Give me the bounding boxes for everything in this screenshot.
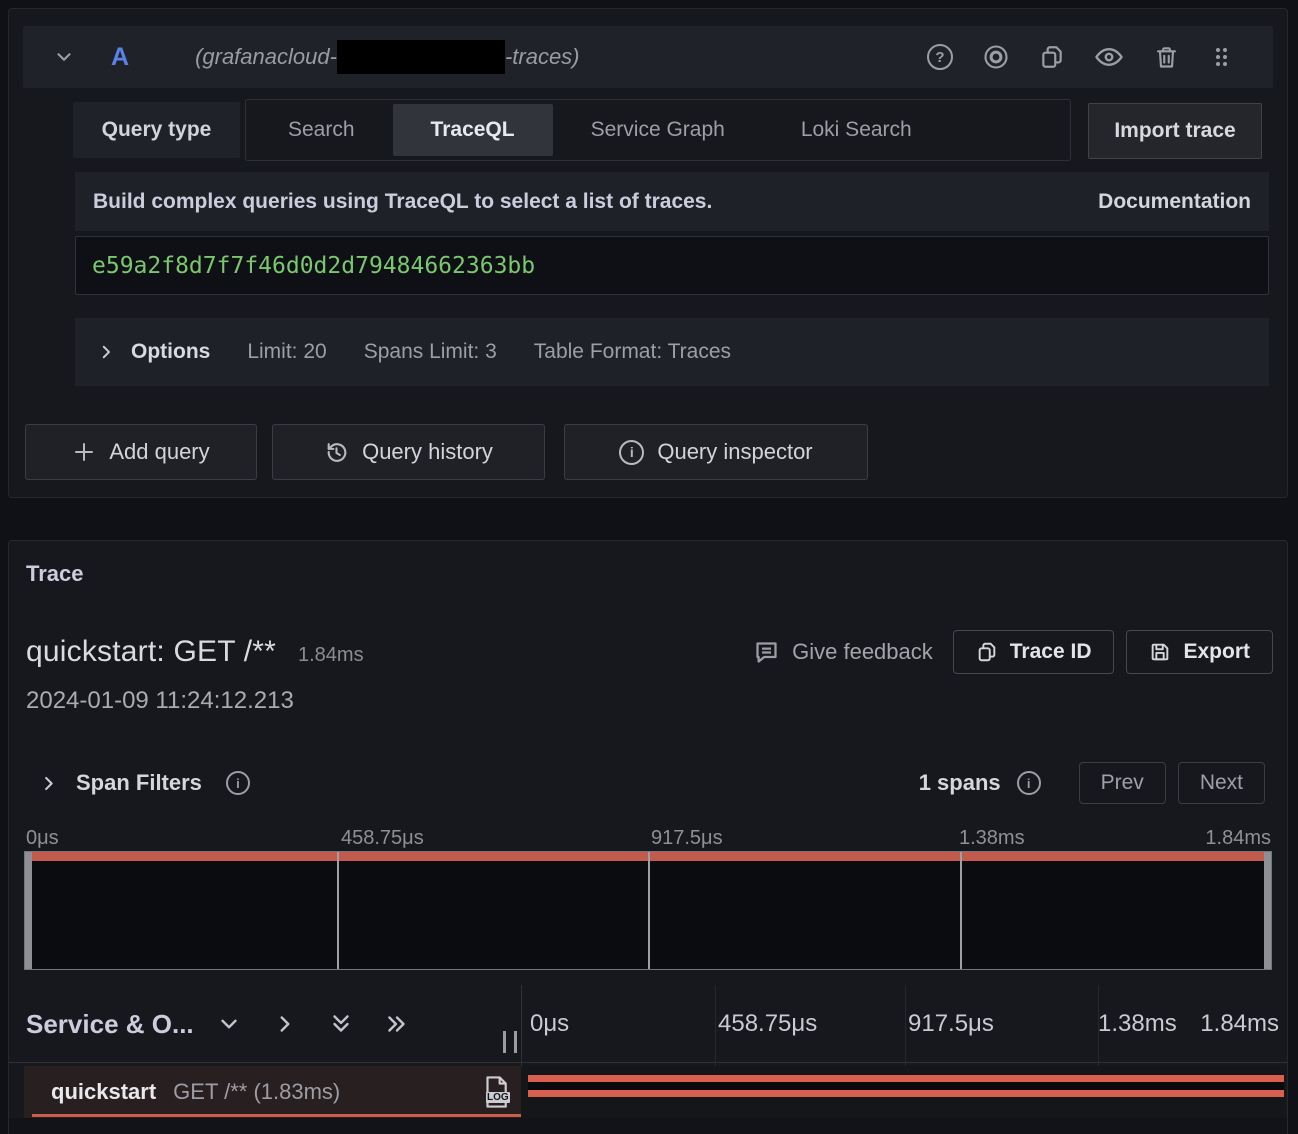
log-file-icon[interactable]: LOG [481, 1075, 511, 1109]
options-table-format: Table Format: Traces [534, 340, 731, 364]
span-filters-actions: 1 spans i Prev Next [919, 762, 1265, 804]
query-inspector-button[interactable]: i Query inspector [564, 424, 868, 480]
plus-icon [72, 440, 96, 464]
tab-service-graph[interactable]: Service Graph [553, 104, 763, 156]
add-query-button[interactable]: Add query [25, 424, 257, 480]
timeline-tick: 458.75μs [718, 1010, 817, 1038]
next-span-button[interactable]: Next [1178, 762, 1265, 804]
span-row[interactable]: quickstart GET /** (1.83ms) LOG [9, 1066, 1287, 1118]
minimap-tick: 1.84ms [1205, 827, 1271, 850]
timeline-tick: 1.84ms [1200, 1010, 1279, 1038]
trace-name: quickstart: GET /** [26, 635, 276, 669]
documentation-link[interactable]: Documentation [1098, 190, 1251, 214]
trash-icon[interactable] [1153, 44, 1180, 71]
info-icon[interactable]: i [1017, 771, 1041, 795]
trace-panel: Trace quickstart: GET /** 1.84ms Give fe… [8, 540, 1288, 1134]
options-row[interactable]: Options Limit: 20 Spans Limit: 3 Table F… [75, 318, 1269, 386]
timeline-left-header: Service & O... [26, 985, 440, 1063]
query-row-actions: ? [927, 42, 1233, 72]
query-history-button[interactable]: Query history [272, 424, 545, 480]
chevron-right-icon[interactable] [272, 1011, 298, 1037]
service-operation-column-header[interactable]: Service & O... [26, 1009, 194, 1040]
span-row-label[interactable]: quickstart GET /** (1.83ms) LOG [24, 1066, 521, 1118]
import-trace-button[interactable]: Import trace [1088, 103, 1262, 159]
export-button[interactable]: Export [1126, 630, 1273, 674]
drag-handle-icon[interactable] [1209, 44, 1233, 70]
span-operation-duration: GET /** (1.83ms) [173, 1079, 340, 1105]
query-type-tabs: Search TraceQL Service Graph Loki Search [245, 99, 1071, 161]
trace-timeline-minimap[interactable] [24, 851, 1272, 970]
minimap-tick-labels: 0μs 458.75μs 917.5μs 1.38ms 1.84ms [9, 827, 1287, 851]
span-count: 1 spans [919, 770, 1001, 796]
chevron-right-icon[interactable] [97, 343, 115, 361]
minimap-tick: 1.38ms [959, 827, 1025, 850]
trace-header: quickstart: GET /** 1.84ms Give feedback… [26, 629, 1273, 675]
grafana-explore-screen: A (grafanacloud- -traces) ? [0, 0, 1298, 1134]
timeline-tick: 0μs [530, 1010, 569, 1038]
history-icon [324, 440, 349, 465]
query-row-header: A (grafanacloud- -traces) ? [23, 26, 1273, 88]
minimap-gridline [337, 852, 339, 969]
query-ref-id: A [111, 43, 129, 72]
eye-icon[interactable] [1094, 42, 1124, 72]
minimap-gridline [960, 852, 962, 969]
help-icon[interactable]: ? [927, 44, 953, 70]
trace-panel-title: Trace [26, 561, 84, 587]
span-filters-label: Span Filters [76, 770, 202, 796]
options-limit: Limit: 20 [247, 340, 326, 364]
info-icon: i [619, 440, 644, 465]
query-type-label: Query type [73, 102, 240, 158]
timeline-empty-area [9, 1118, 1287, 1134]
chevron-down-icon[interactable] [216, 1011, 242, 1037]
trace-id-button[interactable]: Trace ID [953, 630, 1115, 674]
minimap-gridline [648, 852, 650, 969]
minimap-tick: 917.5μs [651, 827, 723, 850]
minimap-right-handle[interactable] [1264, 852, 1271, 969]
save-icon [1149, 641, 1171, 663]
span-timeline: Service & O... 0μs 458.75μ [9, 985, 1287, 1134]
minimap-tick: 0μs [26, 827, 59, 850]
span-duration-bar[interactable] [528, 1075, 1284, 1097]
timeline-tick: 1.38ms [1098, 1010, 1177, 1038]
span-bar-area [521, 1066, 1285, 1118]
options-label: Options [131, 340, 210, 364]
span-filters-row: Span Filters i 1 spans i Prev Next [9, 746, 1287, 820]
datasource-title-suffix: -traces) [505, 44, 580, 70]
span-service-name: quickstart [51, 1079, 156, 1105]
timeline-tick: 917.5μs [908, 1010, 994, 1038]
copy-query-icon[interactable] [1039, 44, 1065, 70]
info-icon[interactable]: i [226, 771, 250, 795]
minimap-left-handle[interactable] [25, 852, 32, 969]
double-chevron-down-icon[interactable] [328, 1011, 354, 1037]
redaction-box [337, 40, 505, 74]
tab-loki-search[interactable]: Loki Search [763, 104, 950, 156]
column-resize-handle[interactable] [503, 1031, 517, 1053]
log-badge-text: LOG [486, 1092, 510, 1103]
record-circle-icon[interactable] [982, 43, 1010, 71]
span-color-underline [32, 1114, 521, 1117]
traceql-query-input[interactable]: e59a2f8d7f7f46d0d2d79484662363bb [75, 236, 1269, 295]
give-feedback-link[interactable]: Give feedback [753, 639, 933, 666]
double-chevron-right-icon[interactable] [384, 1011, 410, 1037]
timeline-header: Service & O... 0μs 458.75μ [9, 985, 1287, 1063]
comment-icon [753, 639, 780, 666]
datasource-title: (grafanacloud- -traces) [195, 40, 579, 74]
tab-search[interactable]: Search [250, 104, 393, 156]
query-editor-panel: A (grafanacloud- -traces) ? [8, 8, 1288, 498]
minimap-tick: 458.75μs [341, 827, 424, 850]
prev-span-button[interactable]: Prev [1079, 762, 1166, 804]
datasource-title-prefix: (grafanacloud- [195, 44, 337, 70]
traceql-hint-strip: Build complex queries using TraceQL to s… [75, 172, 1269, 231]
trace-timestamp: 2024-01-09 11:24:12.213 [26, 687, 294, 715]
options-spans-limit: Spans Limit: 3 [364, 340, 497, 364]
copy-icon [976, 641, 998, 663]
tab-traceql[interactable]: TraceQL [393, 104, 553, 156]
chevron-right-icon[interactable] [39, 774, 58, 793]
trace-duration: 1.84ms [298, 644, 364, 667]
traceql-hint-text: Build complex queries using TraceQL to s… [93, 190, 712, 214]
chevron-down-icon[interactable] [53, 46, 75, 68]
